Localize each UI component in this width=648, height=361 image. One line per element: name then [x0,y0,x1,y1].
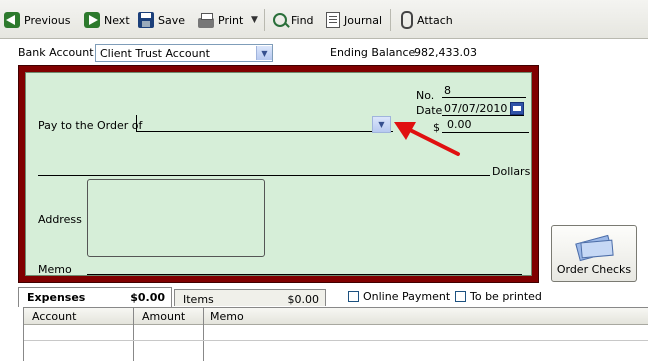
expenses-grid: Account Amount Memo [23,307,648,361]
ending-balance-value: 982,433.03 [414,46,477,59]
check-form: No. 8 Date 07/07/2010 $ 0.00 Pay to the … [25,72,532,276]
dollars-written-line[interactable] [38,175,490,176]
column-divider[interactable] [203,308,204,361]
online-payment-checkbox[interactable]: Online Payment [348,290,450,303]
date-field[interactable]: 07/07/2010 [442,101,524,116]
order-checks-button[interactable]: Order Checks [551,225,637,282]
annotation-arrow-icon [394,122,460,156]
bank-account-value: Client Trust Account [100,46,210,60]
check-number-label: No. [416,89,435,102]
print-dropdown-button[interactable]: ▼ [251,10,258,30]
check-number-field[interactable]: 8 [442,84,526,98]
magnifier-icon [273,13,287,27]
column-header-account[interactable]: Account [32,310,76,323]
tab-expenses-label: Expenses [27,291,86,304]
attach-button[interactable]: Attach [401,10,453,30]
memo-label: Memo [38,263,72,276]
journal-page-icon [326,12,340,28]
save-button[interactable]: Save [138,10,185,30]
chevron-down-icon: ▼ [251,15,258,25]
checkbox-icon [455,291,466,302]
previous-label: Previous [24,13,71,27]
print-button[interactable]: Print [198,10,243,30]
journal-button[interactable]: Journal [326,10,382,30]
ending-balance-label: Ending Balance [330,46,416,59]
memo-input[interactable] [87,274,522,275]
bank-account-row: Bank Account Client Trust Account ▼ Endi… [0,44,648,62]
date-label: Date [416,104,443,117]
online-payment-label: Online Payment [363,290,451,303]
tab-expenses-amount: $0.00 [130,291,165,304]
toolbar-divider [264,9,265,31]
dollars-label: Dollars [492,165,531,178]
calendar-icon[interactable] [510,101,524,115]
column-header-memo[interactable]: Memo [210,310,244,323]
previous-arrow-icon [4,12,20,28]
to-be-printed-label: To be printed [470,290,542,303]
detail-tabs: Expenses $0.00 Items $0.00 Online Paymen… [18,287,648,307]
save-label: Save [158,13,186,27]
checkbox-icon [348,291,359,302]
next-label: Next [104,13,130,27]
tab-items-amount: $0.00 [287,293,320,306]
paperclip-icon [401,11,413,29]
chevron-down-icon[interactable]: ▼ [372,116,391,133]
print-label: Print [218,13,244,27]
tab-items-label: Items [183,293,214,306]
next-button[interactable]: Next [84,10,130,30]
next-arrow-icon [84,12,100,28]
find-label: Find [291,13,314,27]
find-button[interactable]: Find [273,10,314,30]
check-frame: No. 8 Date 07/07/2010 $ 0.00 Pay to the … [18,65,539,283]
previous-button[interactable]: Previous [4,10,71,30]
address-textarea[interactable] [87,179,265,257]
bank-account-select[interactable]: Client Trust Account ▼ [95,44,273,62]
tab-expenses[interactable]: Expenses $0.00 [18,287,172,307]
table-row[interactable] [24,340,648,341]
chevron-down-icon[interactable]: ▼ [256,46,272,60]
attach-label: Attach [417,13,453,27]
order-checks-label: Order Checks [556,263,632,276]
pay-to-label: Pay to the Order of [38,119,143,132]
tab-items[interactable]: Items $0.00 [174,289,326,306]
bank-account-label: Bank Account [18,46,94,59]
toolbar: Previous Next Save Print ▼ Find Journal … [0,0,648,39]
checks-stack-icon [575,235,613,259]
printer-icon [198,13,214,28]
floppy-disk-icon [138,12,154,28]
journal-label: Journal [344,13,383,27]
column-header-amount[interactable]: Amount [142,310,185,323]
address-label: Address [38,213,82,226]
column-divider[interactable] [133,308,134,361]
toolbar-divider [390,9,391,31]
to-be-printed-checkbox[interactable]: To be printed [455,290,542,303]
pay-to-input[interactable] [136,115,393,132]
date-value: 07/07/2010 [444,101,508,115]
grid-header: Account Amount Memo [24,308,648,325]
